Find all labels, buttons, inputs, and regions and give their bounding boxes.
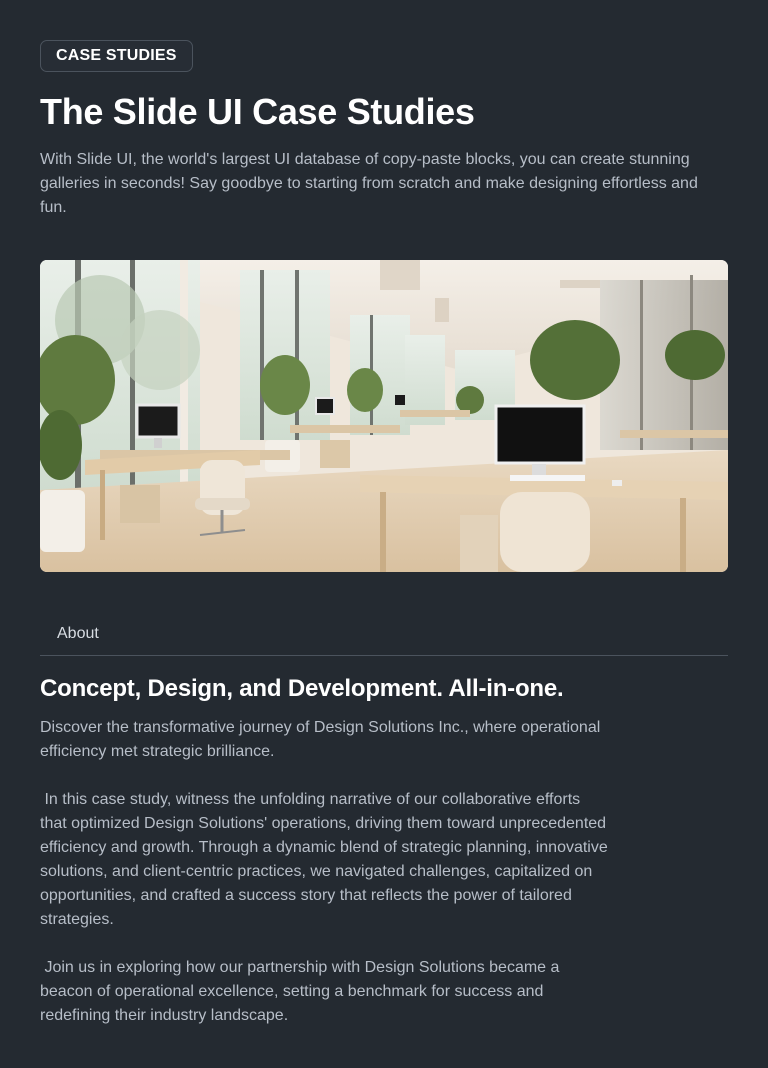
case-studies-badge: CASE STUDIES — [40, 40, 193, 72]
tab-about[interactable]: About — [57, 612, 99, 656]
office-hero-image — [40, 260, 728, 572]
body-paragraph: In this case study, witness the unfoldin… — [40, 791, 613, 928]
body-paragraph: Join us in exploring how our partnership… — [40, 959, 564, 1024]
case-study-body: Discover the transformative journey of D… — [40, 716, 610, 1052]
intro-text: With Slide UI, the world's largest UI da… — [40, 151, 698, 216]
page-title: The Slide UI Case Studies — [40, 91, 475, 132]
case-studies-page: CASE STUDIES The Slide UI Case Studies W… — [0, 0, 768, 1068]
body-paragraph: Discover the transformative journey of D… — [40, 719, 605, 760]
section-heading: Concept, Design, and Development. All-in… — [40, 675, 564, 702]
tab-bar: About — [40, 612, 728, 656]
